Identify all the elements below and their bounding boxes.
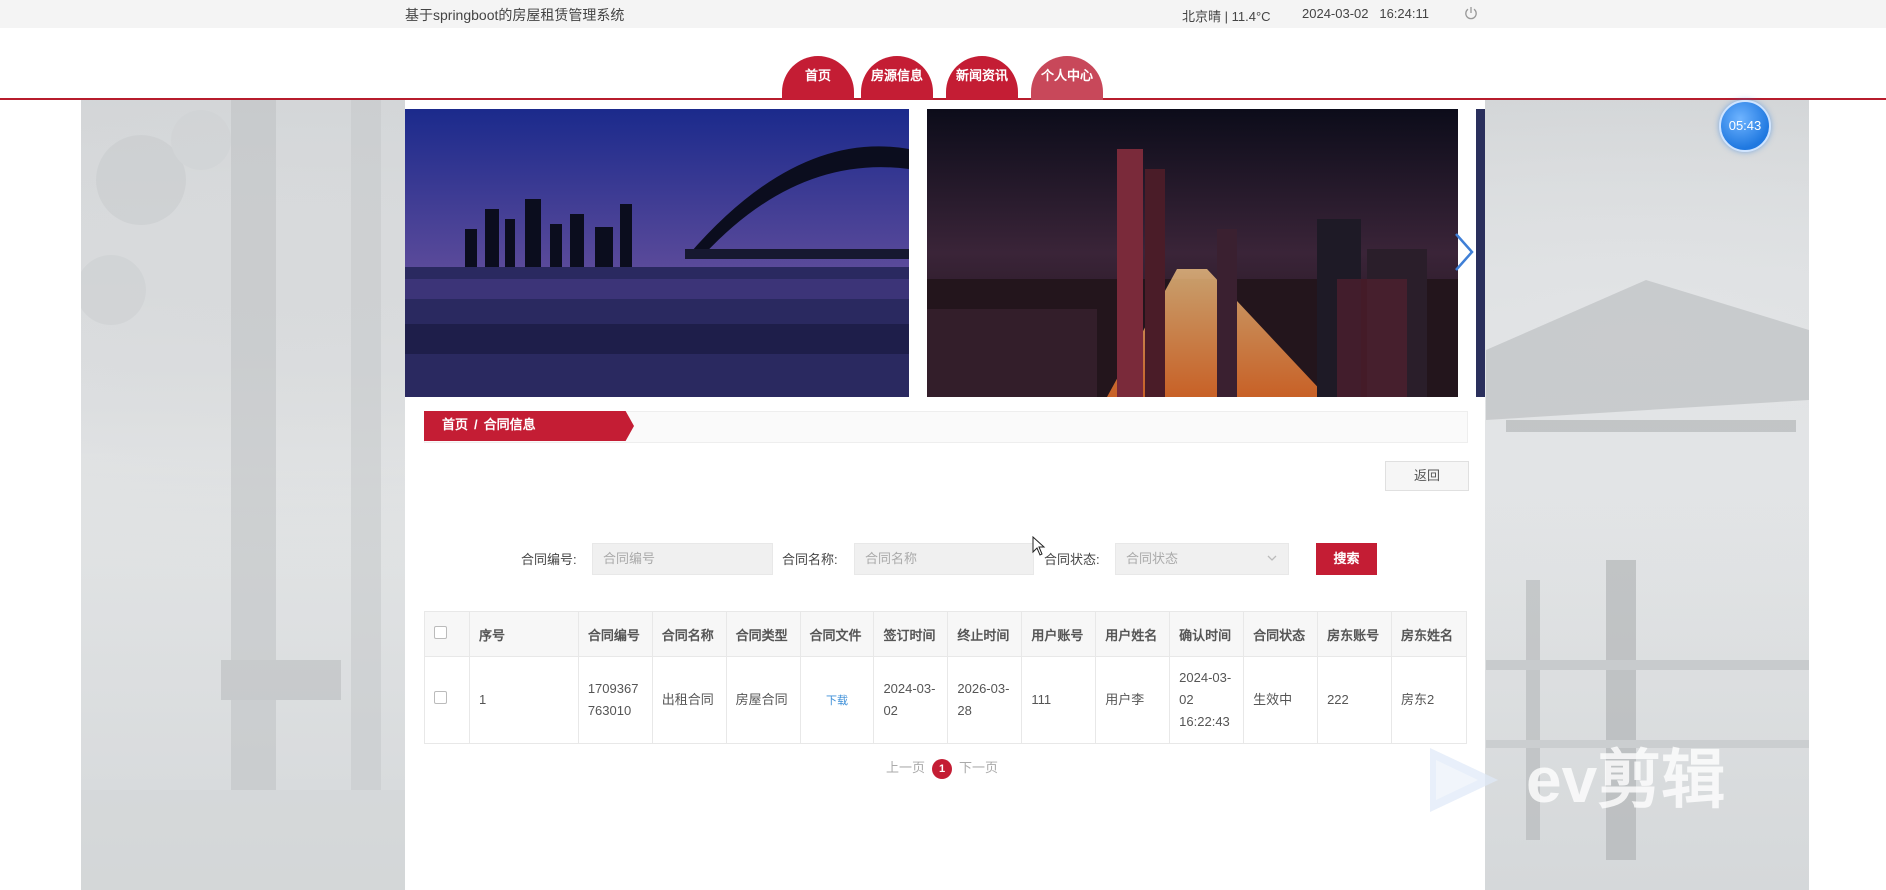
contract-status-select[interactable]: 合同状态 — [1115, 543, 1289, 575]
carousel-next-arrow-icon[interactable] — [1452, 230, 1476, 274]
contract-no-input[interactable]: 合同编号 — [592, 543, 773, 575]
col-header: 房东姓名 — [1390, 611, 1468, 657]
banner-slide-bridge[interactable] — [405, 109, 909, 397]
cell-sign-date: 2024-03-02 — [873, 656, 949, 744]
watermark-text: ev剪辑 — [1526, 744, 1725, 816]
cell-contract-name: 出租合同 — [651, 656, 727, 744]
background-tree-decoration — [81, 100, 405, 890]
breadcrumb-home[interactable]: 首页 — [442, 417, 468, 432]
cell-index: 1 — [468, 656, 579, 744]
timer-badge[interactable]: 05:43 — [1719, 100, 1771, 152]
col-header: 终止时间 — [947, 611, 1023, 657]
contract-name-input[interactable]: 合同名称 — [854, 543, 1034, 575]
col-header: 序号 — [468, 611, 579, 657]
col-header: 签订时间 — [873, 611, 949, 657]
cell-end-date: 2026-03-28 — [947, 656, 1023, 744]
col-header: 合同名称 — [651, 611, 727, 657]
contract-status-placeholder: 合同状态 — [1126, 551, 1179, 566]
row-select-cell[interactable] — [424, 656, 470, 744]
contract-no-label: 合同编号: — [521, 552, 577, 567]
breadcrumb-current: 合同信息 — [483, 417, 536, 432]
col-header: 用户姓名 — [1095, 611, 1171, 657]
col-header: 合同编号 — [577, 611, 653, 657]
cell-confirm-time: 2024-03-02 16:22:43 — [1169, 656, 1245, 744]
cell-user-account: 111 — [1021, 656, 1097, 744]
bridge-night-image — [405, 109, 909, 397]
weather-info: 北京晴 | 11.4°C — [1182, 9, 1271, 24]
contract-table: 序号 合同编号 合同名称 合同类型 合同文件 签订时间 终止时间 用户账号 用户… — [424, 611, 1468, 744]
next-page-button[interactable]: 下一页 — [959, 760, 998, 775]
select-all-checkbox[interactable] — [434, 626, 447, 639]
chevron-down-icon — [1267, 555, 1277, 561]
cell-contract-no: 1709367763010 — [577, 656, 653, 744]
nav-divider — [0, 98, 1886, 100]
back-button[interactable]: 返回 — [1385, 461, 1469, 491]
contract-name-label: 合同名称: — [782, 552, 838, 567]
date-time: 2024-03-02 16:24:11 — [1302, 6, 1429, 21]
current-page-button[interactable]: 1 — [932, 759, 953, 779]
col-header: 确认时间 — [1169, 611, 1245, 657]
banner-slide-city[interactable] — [927, 109, 1458, 397]
top-bar: 基于springboot的房屋租赁管理系统 北京晴 | 11.4°C 2024-… — [0, 0, 1886, 29]
banner-slide-partial[interactable] — [1476, 109, 1485, 397]
cell-landlord-account: 222 — [1317, 656, 1392, 744]
cell-landlord-name: 房东2 — [1390, 656, 1468, 744]
breadcrumb: 首页 / 合同信息 — [424, 411, 634, 441]
row-checkbox[interactable] — [434, 691, 447, 704]
cell-file: 下载 — [799, 656, 875, 744]
col-header: 合同状态 — [1243, 611, 1319, 657]
cell-contract-type: 房屋合同 — [725, 656, 801, 744]
cell-status: 生效中 — [1243, 656, 1319, 744]
search-button[interactable]: 搜索 — [1316, 543, 1377, 575]
table-header-row: 序号 合同编号 合同名称 合同类型 合同文件 签订时间 终止时间 用户账号 用户… — [424, 611, 1468, 657]
ev-logo-watermark: ev剪辑 — [1430, 744, 1725, 816]
contract-status-label: 合同状态: — [1044, 552, 1100, 567]
col-header: 合同类型 — [725, 611, 801, 657]
select-all-cell[interactable] — [424, 611, 470, 657]
power-icon[interactable] — [1463, 5, 1479, 21]
system-title: 基于springboot的房屋租赁管理系统 — [405, 7, 625, 23]
col-header: 用户账号 — [1021, 611, 1097, 657]
mouse-cursor-icon — [1032, 536, 1046, 556]
col-header: 房东账号 — [1317, 611, 1392, 657]
pagination: 上一页 1 下一页 — [886, 757, 998, 779]
table-row: 1 1709367763010 出租合同 房屋合同 下载 2024-03-02 … — [424, 656, 1468, 744]
current-time: 16:24:11 — [1379, 6, 1429, 21]
download-link[interactable]: 下载 — [826, 695, 848, 707]
main-nav — [0, 28, 1886, 100]
cell-user-name: 用户李 — [1095, 656, 1171, 744]
col-header: 合同文件 — [799, 611, 875, 657]
current-date: 2024-03-02 — [1302, 6, 1369, 21]
city-night-image — [927, 109, 1458, 397]
breadcrumb-separator: / — [474, 417, 478, 432]
prev-page-button[interactable]: 上一页 — [886, 760, 925, 775]
